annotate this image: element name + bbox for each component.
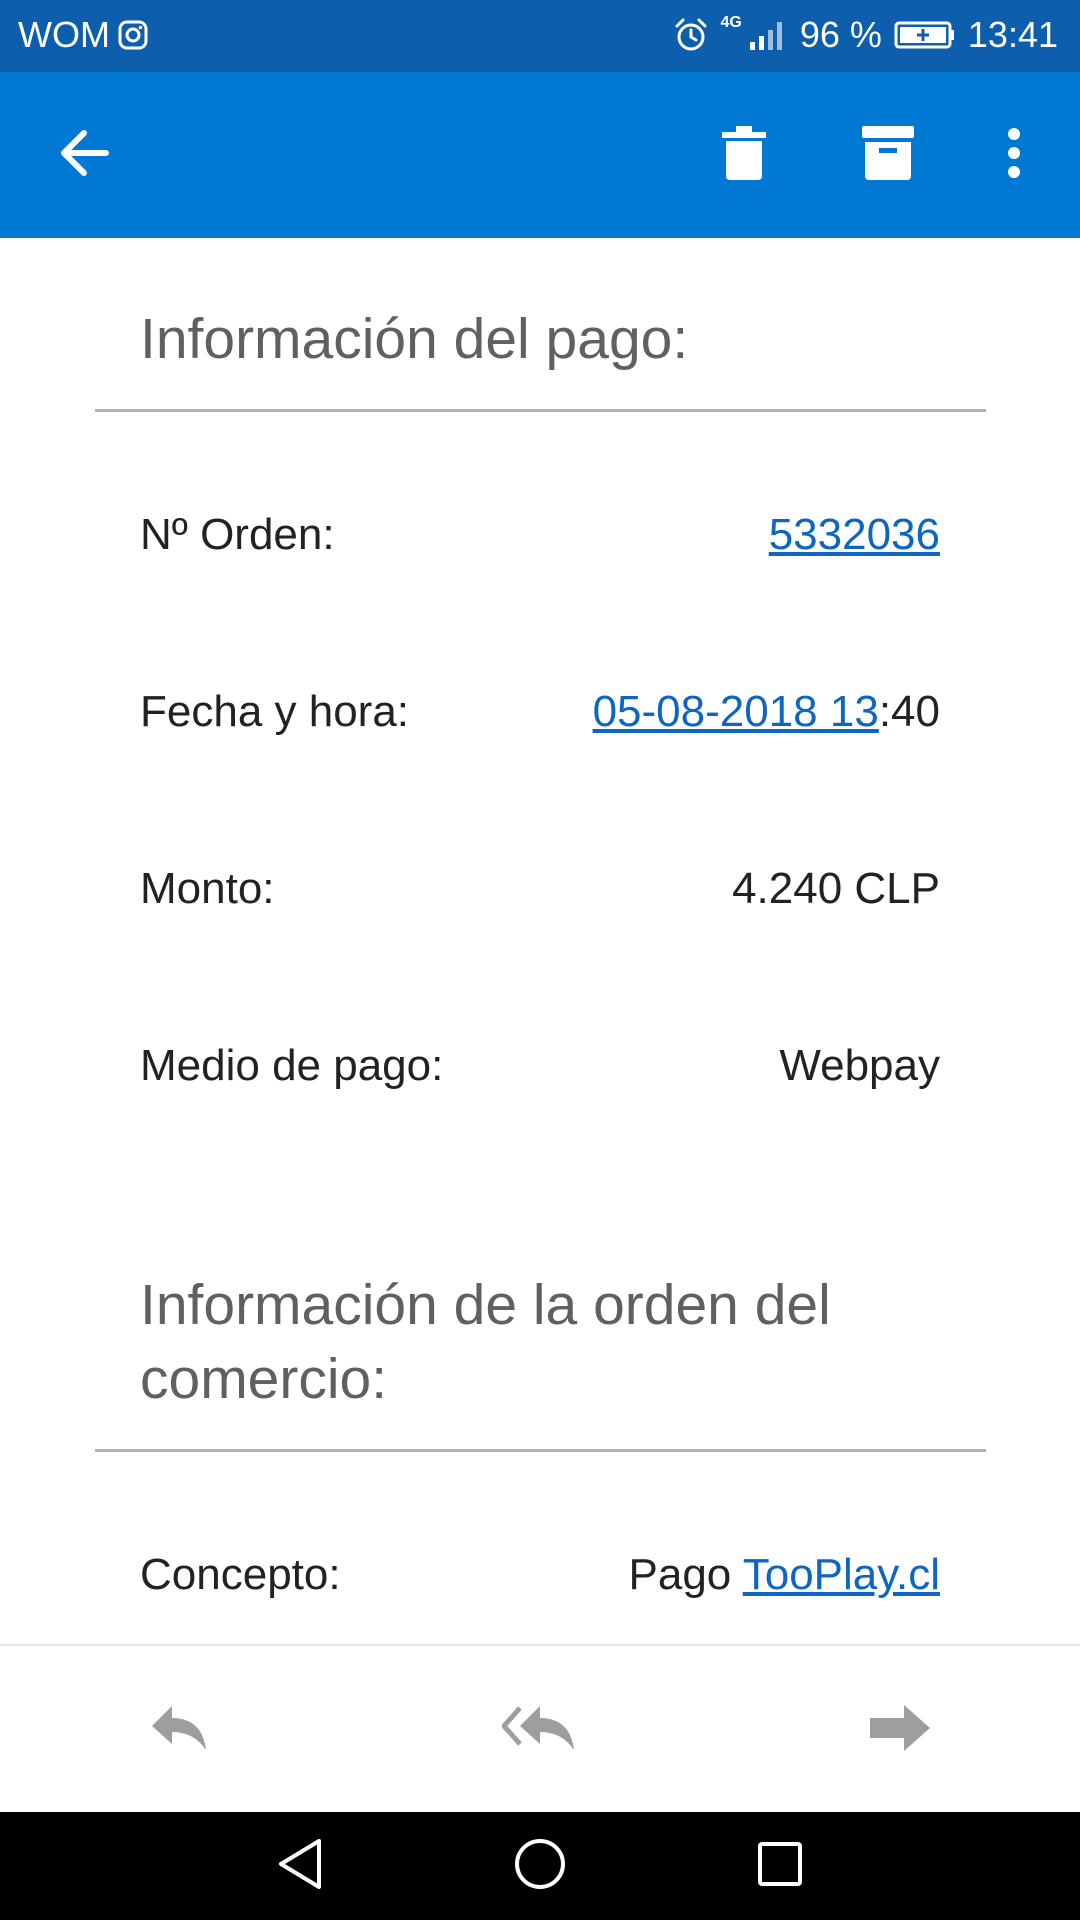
reply-icon <box>150 1704 210 1757</box>
datetime-value: 05-08-2018 13:40 <box>593 687 940 737</box>
datetime-label: Fecha y hora: <box>140 687 410 736</box>
carrier-label: WOM <box>18 14 110 55</box>
clock: 13:41 <box>967 14 1058 55</box>
status-left: WOM <box>18 14 148 56</box>
amount-label: Monto: <box>140 864 275 913</box>
reply-all-icon <box>501 1704 578 1757</box>
merchant-info-title: Información de la orden del comercio: <box>140 1268 940 1416</box>
payment-method-value: Webpay <box>779 1041 940 1090</box>
battery-icon <box>894 20 956 50</box>
datetime-rest: :40 <box>878 687 940 736</box>
concept-row: Concepto: Pago TooPlay.cl <box>140 1550 940 1610</box>
concept-value: Pago TooPlay.cl <box>629 1550 940 1600</box>
amount-row: Monto: 4.240 CLP <box>140 864 940 924</box>
tooplay-link[interactable]: TooPlay.cl <box>743 1550 940 1599</box>
delete-icon <box>722 125 766 185</box>
email-body: Información del pago: Nº Orden: 5332036 … <box>0 238 1080 1644</box>
delete-button[interactable] <box>704 115 784 195</box>
nav-home-button[interactable] <box>500 1826 580 1906</box>
order-label: Nº Orden: <box>140 510 335 559</box>
back-arrow-icon <box>58 129 110 182</box>
app-bar <box>0 72 1080 238</box>
nav-recents-button[interactable] <box>740 1826 820 1906</box>
concept-label: Concepto: <box>140 1550 341 1599</box>
message-action-bar <box>0 1644 1080 1814</box>
concept-prefix: Pago <box>628 1550 743 1599</box>
archive-icon <box>862 125 914 185</box>
battery-percent: 96 % <box>799 14 882 55</box>
instagram-icon <box>118 20 148 50</box>
datetime-row: Fecha y hora: 05-08-2018 13:40 <box>140 687 940 747</box>
order-row: Nº Orden: 5332036 <box>140 510 940 570</box>
merchant-info-title-line2: comercio: <box>140 1347 388 1411</box>
more-vert-icon <box>1007 127 1021 183</box>
alarm-icon <box>673 17 709 53</box>
merchant-info-title-line1: Información de la orden del <box>140 1273 831 1337</box>
archive-button[interactable] <box>848 115 928 195</box>
more-options-button[interactable] <box>974 115 1054 195</box>
status-right: 4G 96 % 13:41 <box>673 14 1058 56</box>
payment-info-divider <box>95 409 986 412</box>
forward-button[interactable] <box>850 1690 950 1770</box>
triangle-back-icon <box>275 1837 325 1896</box>
network-type-label: 4G <box>720 14 742 31</box>
payment-info-title: Información del pago: <box>140 307 689 371</box>
circle-home-icon <box>513 1837 567 1896</box>
signal-icon <box>748 18 788 52</box>
order-number-link[interactable]: 5332036 <box>769 510 940 560</box>
nav-back-button[interactable] <box>260 1826 340 1906</box>
payment-method-row: Medio de pago: Webpay <box>140 1041 940 1101</box>
system-nav-bar <box>0 1812 1080 1920</box>
reply-button[interactable] <box>130 1690 230 1770</box>
square-recents-icon <box>756 1840 804 1893</box>
reply-all-button[interactable] <box>490 1690 590 1770</box>
merchant-info-divider <box>95 1449 986 1452</box>
amount-value: 4.240 CLP <box>732 864 940 913</box>
payment-method-label: Medio de pago: <box>140 1041 444 1090</box>
status-bar: WOM 4G 96 % 13:41 <box>0 0 1080 72</box>
datetime-link[interactable]: 05-08-2018 13 <box>593 687 879 736</box>
back-button[interactable] <box>44 115 124 195</box>
forward-icon <box>868 1703 932 1758</box>
